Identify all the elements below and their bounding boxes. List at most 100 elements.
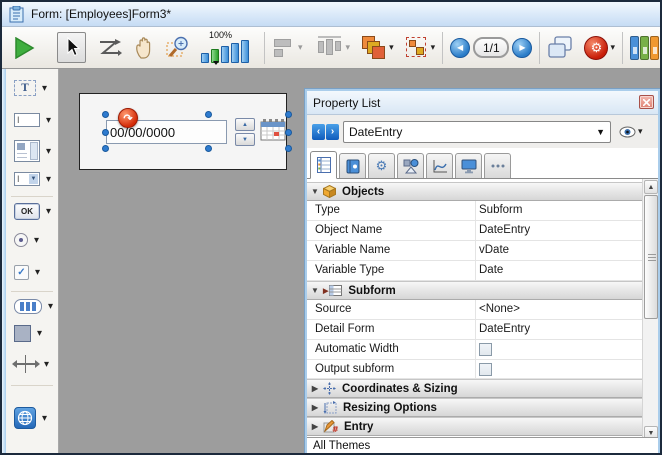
radio-button-tool-icon[interactable] xyxy=(14,233,28,247)
button-grid-tool-icon[interactable] xyxy=(14,299,42,314)
section-header-coordinates[interactable]: ▶ Coordinates & Sizing xyxy=(307,379,642,398)
dropdown-arrow-icon[interactable]: ▾ xyxy=(37,328,42,339)
tab-shapes[interactable] xyxy=(397,153,424,179)
entry-order-button[interactable] xyxy=(97,38,122,58)
theme-filter-bar[interactable]: All Themes xyxy=(307,437,658,453)
dropdown-arrow-icon[interactable]: ▾ xyxy=(46,206,51,217)
collapse-arrow-icon[interactable]: ▶ xyxy=(307,403,323,412)
previous-object-icon[interactable]: ‹ xyxy=(312,124,325,140)
expand-arrow-icon[interactable]: ▼ xyxy=(307,286,323,295)
selection-handle[interactable] xyxy=(205,111,212,118)
automatic-width-checkbox[interactable] xyxy=(479,343,492,356)
selection-handle[interactable] xyxy=(285,145,292,152)
display-pages-button[interactable] xyxy=(547,35,573,60)
pointer-tool-button[interactable] xyxy=(57,32,86,63)
sidebar-item-checkbox-tool[interactable]: ✓ ▾ xyxy=(6,265,58,280)
selection-handle[interactable] xyxy=(285,111,292,118)
combo-box-tool-icon[interactable]: I▼ xyxy=(14,172,40,186)
sidebar-item-input-tool[interactable]: I ▾ xyxy=(6,113,58,127)
window-titlebar[interactable]: Form: [Employees]Form3* xyxy=(2,2,660,27)
gear-dropdown-arrow[interactable]: ▾ xyxy=(610,42,615,53)
pan-tool-button[interactable] xyxy=(133,36,155,60)
property-value[interactable]: Date xyxy=(479,264,503,276)
dropdown-arrow-icon[interactable]: ▾ xyxy=(48,301,53,312)
button-tool-icon[interactable]: OK xyxy=(14,203,40,220)
sidebar-item-radio-tool[interactable]: ▾ xyxy=(6,233,58,247)
checkbox-tool-icon[interactable]: ✓ xyxy=(14,265,29,280)
group-dropdown-arrow[interactable]: ▾ xyxy=(431,42,436,53)
previous-page-button[interactable]: ◀ xyxy=(450,38,470,58)
splitter-tool-icon[interactable] xyxy=(14,355,38,373)
sidebar-item-combo-box-tool[interactable]: I▼ ▾ xyxy=(6,172,58,186)
sidebar-item-button-grid-tool[interactable]: ▾ xyxy=(6,299,58,314)
tab-gear[interactable]: ⚙ xyxy=(368,153,395,179)
calendar-button[interactable] xyxy=(260,118,286,147)
dropdown-arrow-icon[interactable]: ▾ xyxy=(46,174,51,185)
sidebar-item-text-tool[interactable]: T ▾ xyxy=(6,80,58,96)
tab-curve[interactable] xyxy=(426,153,453,179)
tab-more[interactable] xyxy=(484,153,511,179)
tab-display[interactable] xyxy=(455,153,482,179)
property-value[interactable]: DateEntry xyxy=(479,323,530,335)
input-tool-icon[interactable]: I xyxy=(14,113,40,127)
dropdown-arrow-icon[interactable]: ▾ xyxy=(44,359,49,370)
dropdown-arrow-icon[interactable]: ▾ xyxy=(35,267,40,278)
date-spinner[interactable]: ▲ ▼ xyxy=(235,118,255,146)
property-value[interactable]: vDate xyxy=(479,244,509,256)
sidebar-item-list-box-tool[interactable]: ▾ xyxy=(6,140,58,162)
spinner-up-icon[interactable]: ▲ xyxy=(235,118,255,131)
expand-arrow-icon[interactable]: ▼ xyxy=(307,187,323,196)
group-button[interactable] xyxy=(405,36,429,60)
section-header-resizing[interactable]: ▶ Resizing Options xyxy=(307,398,642,417)
zoom-tool-button[interactable] xyxy=(166,35,191,60)
next-page-button[interactable]: ▶ xyxy=(512,38,532,58)
zoom-bars-icon[interactable] xyxy=(201,40,249,63)
level-dropdown-arrow[interactable]: ▾ xyxy=(389,42,394,53)
sidebar-item-rectangle-tool[interactable]: ▾ xyxy=(6,325,58,342)
property-scrollbar[interactable]: ▲ ▼ xyxy=(642,179,658,441)
view-options-button[interactable]: ▾ xyxy=(619,126,643,138)
rectangle-tool-icon[interactable] xyxy=(14,325,31,342)
selection-handle[interactable] xyxy=(205,145,212,152)
level-button[interactable] xyxy=(361,35,387,61)
sidebar-item-button-tool[interactable]: OK ▾ xyxy=(6,203,58,220)
property-row-output-subform[interactable]: Output subform xyxy=(307,360,642,379)
zoom-level-widget[interactable]: 100% xyxy=(201,30,257,66)
property-value[interactable]: <None> xyxy=(479,303,520,315)
selection-handle[interactable] xyxy=(102,111,109,118)
sidebar-item-web-area-tool[interactable]: ▾ xyxy=(6,407,58,429)
sidebar-item-splitter-tool[interactable]: ▾ xyxy=(6,355,58,373)
execute-button[interactable] xyxy=(14,37,35,59)
property-row-variable-name[interactable]: Variable Name vDate xyxy=(307,241,642,261)
eye-dropdown-arrow[interactable]: ▾ xyxy=(638,126,643,137)
dropdown-arrow-icon[interactable]: ▾ xyxy=(42,413,47,424)
property-value[interactable]: DateEntry xyxy=(479,224,530,236)
property-row-variable-type[interactable]: Variable Type Date xyxy=(307,261,642,281)
scrollbar-thumb[interactable] xyxy=(644,195,658,319)
dropdown-arrow-icon[interactable]: ▾ xyxy=(42,83,47,94)
selection-handle[interactable] xyxy=(102,145,109,152)
property-list-titlebar[interactable]: Property List xyxy=(307,91,658,115)
dropdown-arrow-icon[interactable]: ▾ xyxy=(34,235,39,246)
text-tool-icon[interactable]: T xyxy=(14,80,36,96)
next-object-icon[interactable]: › xyxy=(326,124,339,140)
section-header-subform[interactable]: ▼ ▶ Subform xyxy=(307,281,642,300)
spinner-down-icon[interactable]: ▼ xyxy=(235,133,255,146)
scroll-up-icon[interactable]: ▲ xyxy=(644,180,658,194)
property-row-source[interactable]: Source <None> xyxy=(307,300,642,320)
selection-handle[interactable] xyxy=(102,129,109,136)
object-selector-combo[interactable]: DateEntry ▼ xyxy=(343,121,611,143)
dropdown-arrow-icon[interactable]: ▾ xyxy=(46,115,51,126)
library-button[interactable] xyxy=(630,36,660,60)
tab-properties-list[interactable] xyxy=(310,151,337,179)
section-header-objects[interactable]: ▼ Objects xyxy=(307,182,642,201)
output-subform-checkbox[interactable] xyxy=(479,363,492,376)
web-area-tool-icon[interactable] xyxy=(14,407,36,429)
property-row-automatic-width[interactable]: Automatic Width xyxy=(307,340,642,360)
property-value[interactable]: Subform xyxy=(479,204,522,216)
collapse-arrow-icon[interactable]: ▶ xyxy=(307,384,323,393)
section-header-entry[interactable]: ▶ # Entry xyxy=(307,417,642,436)
dropdown-arrow-icon[interactable]: ▾ xyxy=(46,146,51,157)
property-row-type[interactable]: Type Subform xyxy=(307,201,642,221)
property-row-detail-form[interactable]: Detail Form DateEntry xyxy=(307,320,642,340)
